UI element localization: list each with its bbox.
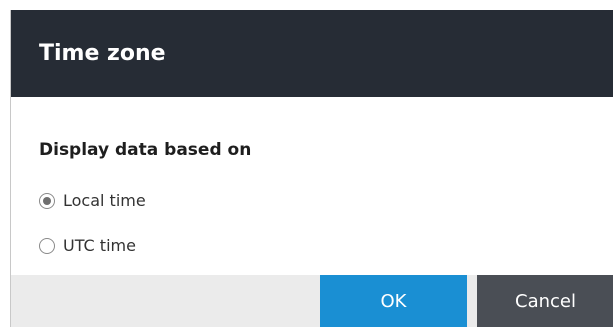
dialog-header: Time zone <box>11 10 613 97</box>
radio-option-local-time[interactable]: Local time <box>39 191 146 210</box>
radio-option-utc-time[interactable]: UTC time <box>39 236 136 255</box>
dialog-title: Time zone <box>39 41 166 66</box>
radio-button-local-time[interactable] <box>39 192 55 209</box>
radio-label-utc-time: UTC time <box>63 236 136 255</box>
dialog-body: Display data based on Local time UTC tim… <box>11 97 613 275</box>
time-zone-dialog: Time zone Display data based on Local ti… <box>10 10 613 327</box>
dialog-footer: OK Cancel <box>11 275 613 327</box>
radio-label-local-time: Local time <box>63 191 146 210</box>
radio-button-utc-time[interactable] <box>39 237 55 254</box>
section-label: Display data based on <box>39 140 252 160</box>
ok-button[interactable]: OK <box>320 275 467 327</box>
cancel-button[interactable]: Cancel <box>477 275 613 327</box>
